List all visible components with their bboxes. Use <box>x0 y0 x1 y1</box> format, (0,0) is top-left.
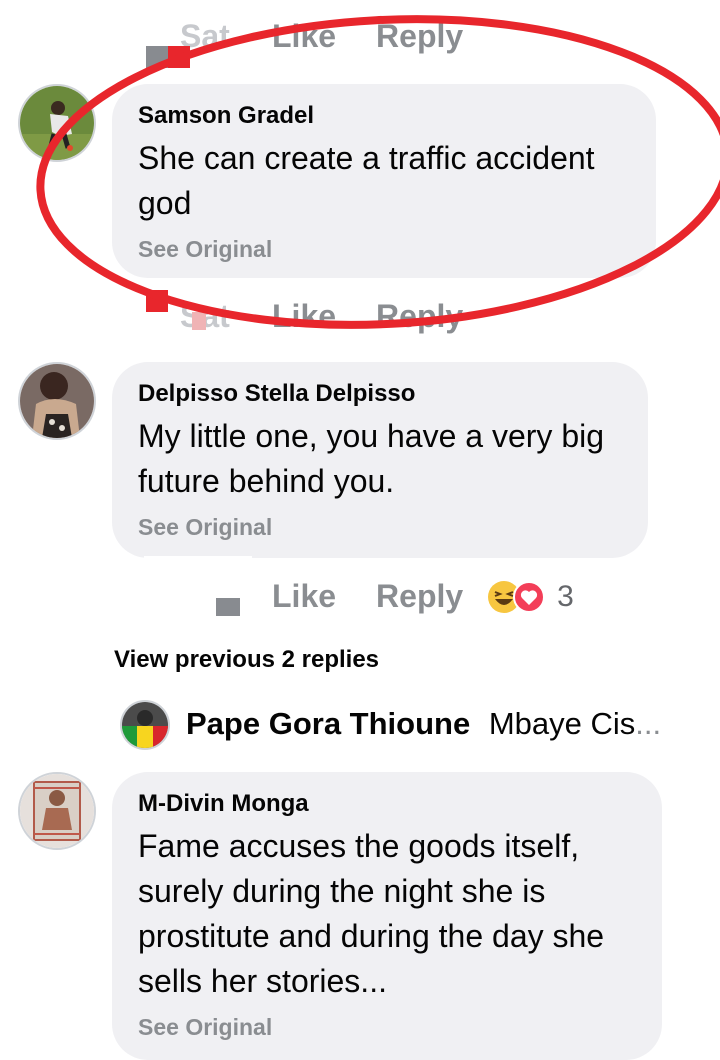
reply-author[interactable]: Pape Gora Thioune <box>186 706 470 741</box>
avatar[interactable] <box>120 700 170 750</box>
reply-preview[interactable]: Pape Gora Thioune Mbaye Cis... <box>186 706 661 742</box>
avatar[interactable] <box>18 772 96 850</box>
avatar-photo <box>20 364 94 438</box>
comment-text: My little one, you have a very big futur… <box>138 418 605 499</box>
redaction-mark <box>144 556 252 582</box>
comment-action-row: Like Reply 3 <box>272 578 574 615</box>
avatar[interactable] <box>18 362 96 440</box>
reply-button[interactable]: Reply <box>376 578 463 615</box>
redaction-mark <box>216 598 240 616</box>
comment-bubble: Delpisso Stella Delpisso My little one, … <box>112 362 648 558</box>
like-button[interactable]: Like <box>272 578 336 615</box>
reply-snippet: Mbaye Cis <box>488 706 636 741</box>
avatar-photo <box>122 702 168 748</box>
reaction-count[interactable]: 3 <box>557 580 574 614</box>
comment-author[interactable]: M-Divin Monga <box>138 790 636 818</box>
avatar-photo <box>20 774 94 848</box>
comment-text: Fame accuses the goods itself, surely du… <box>138 828 605 999</box>
see-original-link[interactable]: See Original <box>138 514 622 541</box>
annotation-ellipse <box>36 15 720 329</box>
ellipsis: ... <box>635 706 662 741</box>
comment-bubble: M-Divin Monga Fame accuses the goods its… <box>112 772 662 1060</box>
view-previous-replies-link[interactable]: View previous 2 replies <box>114 646 379 674</box>
heart-reaction-icon[interactable] <box>513 580 546 613</box>
comment-author[interactable]: Delpisso Stella Delpisso <box>138 380 622 408</box>
see-original-link[interactable]: See Original <box>138 1014 636 1041</box>
